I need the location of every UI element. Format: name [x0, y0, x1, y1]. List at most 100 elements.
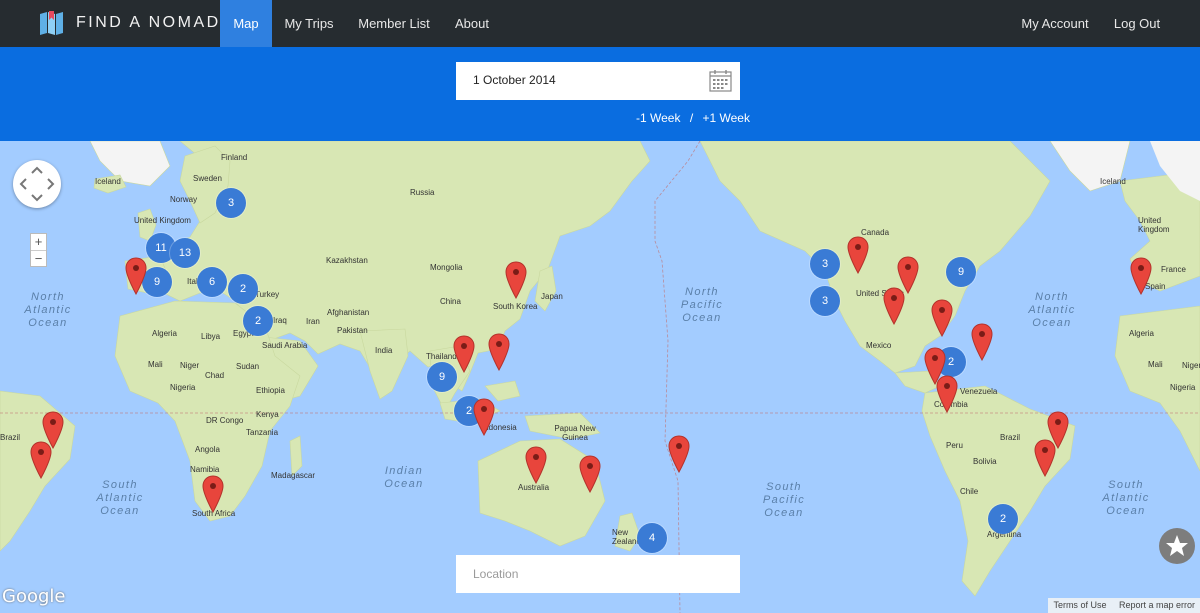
- report-link[interactable]: Report a map error: [1114, 600, 1200, 610]
- place-label: Papua New Guinea: [554, 424, 596, 442]
- world-map[interactable]: North Atlantic Ocean North Pacific Ocean Nor…: [0, 141, 1200, 613]
- nav-map[interactable]: Map: [220, 0, 272, 47]
- place-label: Iceland: [95, 177, 121, 186]
- place-label: Afghanistan: [327, 308, 370, 317]
- place-label: Japan: [541, 292, 563, 301]
- marker-cluster[interactable]: 2: [228, 274, 258, 304]
- location-pin-icon[interactable]: [488, 333, 510, 371]
- place-label: Chile: [960, 487, 979, 496]
- place-label: Russia: [410, 188, 435, 197]
- place-label: Tanzania: [246, 428, 279, 437]
- location-pin-icon[interactable]: [579, 455, 601, 493]
- map-logo-icon: [40, 11, 63, 35]
- location-pin-icon[interactable]: [125, 257, 147, 295]
- zoom-control: + −: [30, 233, 47, 267]
- place-label: Mali: [148, 360, 163, 369]
- calendar-icon[interactable]: [709, 69, 732, 92]
- location-pin-icon[interactable]: [42, 411, 64, 449]
- location-search-field[interactable]: Location: [456, 555, 740, 593]
- ocean-label: North Atlantic Ocean: [24, 291, 72, 329]
- place-label: Mali: [1148, 360, 1163, 369]
- marker-cluster[interactable]: 3: [810, 286, 840, 316]
- top-navbar: FIND A NOMAD Map My Trips Member List Ab…: [0, 0, 1200, 47]
- place-label: Nigeria: [1170, 383, 1196, 392]
- ocean-label: Indian Ocean: [384, 465, 424, 490]
- marker-cluster[interactable]: 13: [170, 238, 200, 268]
- nav-my-trips[interactable]: My Trips: [276, 0, 342, 47]
- location-pin-icon[interactable]: [847, 236, 869, 274]
- place-label: Mexico: [866, 341, 892, 350]
- nav-log-out[interactable]: Log Out: [1106, 0, 1168, 47]
- ocean-label: North Pacific Ocean: [680, 286, 724, 324]
- place-label: Pakistan: [337, 326, 368, 335]
- place-label: Namibia: [190, 465, 220, 474]
- marker-cluster[interactable]: 9: [946, 257, 976, 287]
- location-pin-icon[interactable]: [931, 299, 953, 337]
- place-label: Algeria: [152, 329, 177, 338]
- marker-cluster[interactable]: 3: [810, 249, 840, 279]
- place-label: Ethiopia: [256, 386, 285, 395]
- pan-control[interactable]: [13, 160, 61, 208]
- place-label: Norway: [170, 195, 198, 204]
- zoom-in-button[interactable]: +: [31, 234, 46, 251]
- next-week-link[interactable]: +1 Week: [703, 111, 750, 125]
- location-pin-icon[interactable]: [505, 261, 527, 299]
- zoom-out-button[interactable]: −: [31, 251, 46, 267]
- star-icon: [1166, 535, 1188, 556]
- location-pin-icon[interactable]: [1034, 439, 1056, 477]
- place-label: Kenya: [256, 410, 279, 419]
- brand-name: FIND A NOMAD: [76, 14, 221, 31]
- place-label: Madagascar: [271, 471, 316, 480]
- location-placeholder: Location: [473, 567, 519, 581]
- favorites-button[interactable]: [1159, 528, 1195, 564]
- place-label: Iran: [306, 317, 320, 326]
- location-pin-icon[interactable]: [453, 335, 475, 373]
- location-pin-icon[interactable]: [473, 398, 495, 436]
- ocean-label: South Atlantic Ocean: [96, 479, 144, 517]
- brand[interactable]: FIND A NOMAD: [39, 9, 221, 37]
- map-footer: Terms of Use Report a map error: [1048, 598, 1200, 613]
- location-pin-icon[interactable]: [525, 446, 547, 484]
- place-label: Niger: [180, 361, 200, 370]
- week-separator: /: [689, 111, 694, 125]
- map-landmass: [0, 141, 1200, 613]
- place-label: Brazil: [0, 433, 21, 442]
- nav-my-account[interactable]: My Account: [1012, 0, 1098, 47]
- place-label: France: [1161, 265, 1186, 274]
- place-label: Kazakhstan: [326, 256, 368, 265]
- location-pin-icon[interactable]: [668, 435, 690, 473]
- date-picker-field[interactable]: 1 October 2014: [456, 62, 740, 100]
- place-label: Nigeria: [170, 383, 196, 392]
- prev-week-link[interactable]: -1 Week: [636, 111, 680, 125]
- location-pin-icon[interactable]: [202, 475, 224, 513]
- place-label: China: [440, 297, 461, 306]
- marker-cluster[interactable]: 2: [243, 306, 273, 336]
- marker-cluster[interactable]: 2: [988, 504, 1018, 534]
- google-logo: Google: [2, 586, 66, 607]
- place-label: United Kingdom: [1138, 216, 1170, 234]
- marker-cluster[interactable]: 3: [216, 188, 246, 218]
- place-label: Sweden: [193, 174, 222, 183]
- pan-arrows-icon: [19, 166, 55, 202]
- ocean-label: South Pacific Ocean: [762, 481, 806, 519]
- date-value: 1 October 2014: [473, 73, 556, 87]
- place-label: Australia: [518, 483, 550, 492]
- place-label: Bolivia: [973, 457, 997, 466]
- location-pin-icon[interactable]: [1130, 257, 1152, 295]
- place-label: Venezuela: [960, 387, 998, 396]
- week-navigation: -1 Week / +1 Week: [636, 111, 750, 125]
- nav-member-list[interactable]: Member List: [350, 0, 438, 47]
- ocean-label: South Atlantic Ocean: [1102, 479, 1150, 517]
- nav-about[interactable]: About: [447, 0, 497, 47]
- place-label: South Korea: [493, 302, 538, 311]
- place-label: Niger: [1182, 361, 1200, 370]
- terms-link[interactable]: Terms of Use: [1048, 600, 1111, 610]
- ocean-label: North Atlantic Ocean: [1028, 291, 1076, 329]
- location-pin-icon[interactable]: [883, 287, 905, 325]
- place-label: Iceland: [1100, 177, 1126, 186]
- location-pin-icon[interactable]: [971, 323, 993, 361]
- marker-cluster[interactable]: 4: [637, 523, 667, 553]
- marker-cluster[interactable]: 6: [197, 267, 227, 297]
- location-pin-icon[interactable]: [936, 375, 958, 413]
- place-label: DR Congo: [206, 416, 244, 425]
